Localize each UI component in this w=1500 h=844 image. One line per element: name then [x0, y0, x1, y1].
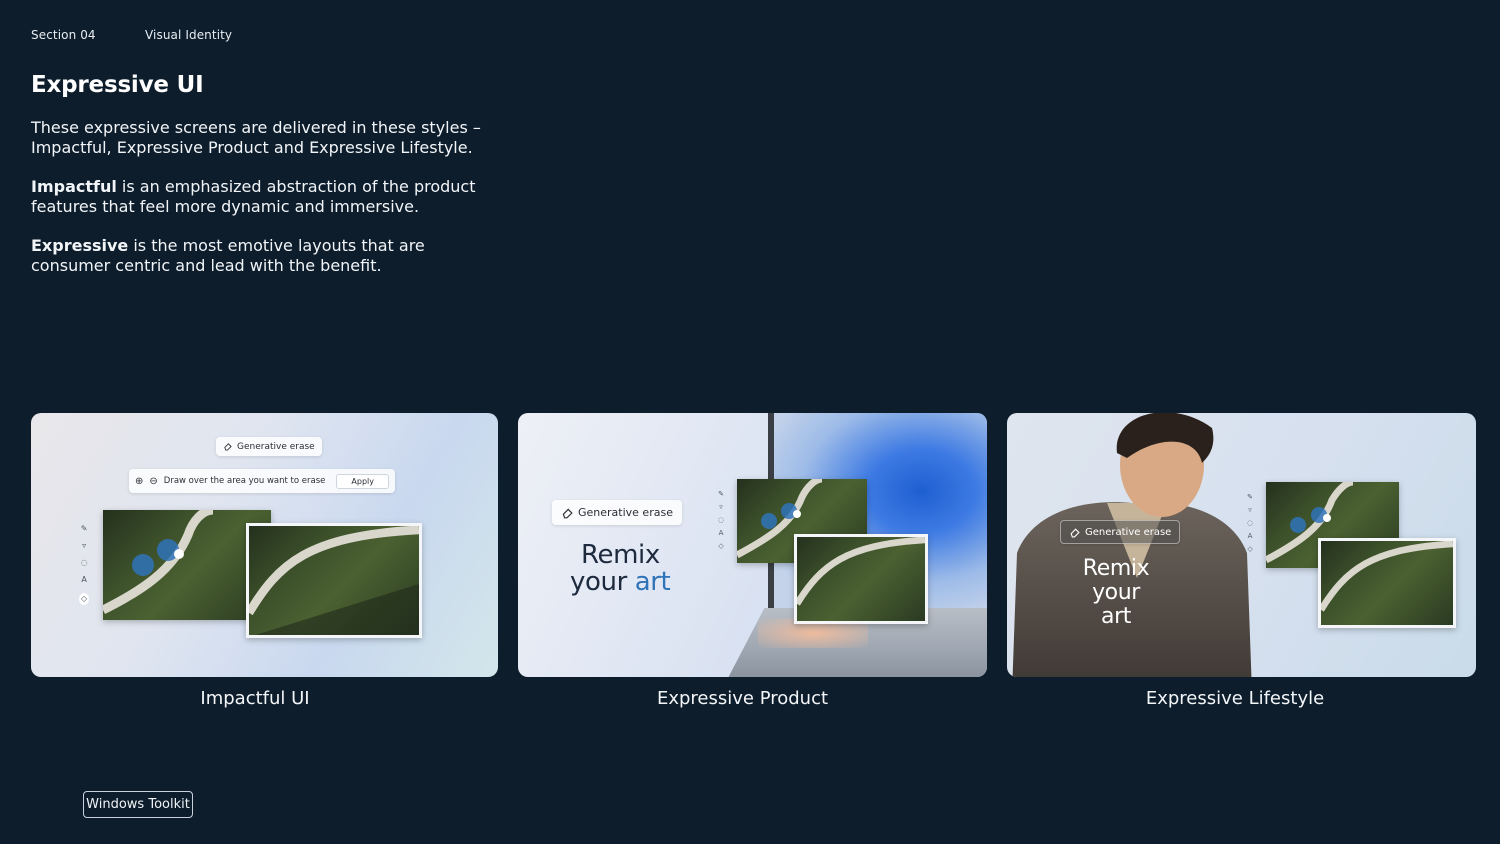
- expressive-term: Expressive: [31, 236, 129, 255]
- expressive-lifestyle-card: Generative erase Remix your art ✎ ▿ ◌ A …: [1007, 413, 1476, 677]
- caption-expressive-product: Expressive Product: [656, 688, 829, 709]
- chip-label: Generative erase: [1085, 526, 1172, 538]
- topic-label: Visual Identity: [145, 28, 233, 42]
- generative-erase-chip: Generative erase: [1060, 520, 1181, 544]
- remix-headline: Remix your art: [570, 540, 671, 597]
- remix-headline: Remix your art: [1076, 557, 1156, 629]
- road-graphic: [797, 537, 925, 606]
- highlighter-icon[interactable]: ▿: [1248, 507, 1252, 514]
- remix-line-1: Remix: [1082, 556, 1150, 581]
- page-title: Expressive UI: [31, 72, 204, 98]
- remix-line-1: Remix: [581, 540, 660, 570]
- lasso-icon[interactable]: ◌: [1247, 520, 1253, 527]
- impactful-term: Impactful: [31, 177, 117, 196]
- lasso-icon[interactable]: ◌: [718, 517, 724, 524]
- pen-icon[interactable]: ✎: [1247, 494, 1253, 501]
- pen-icon[interactable]: ✎: [81, 525, 88, 533]
- eraser-icon: [562, 508, 573, 518]
- text-icon[interactable]: A: [1248, 533, 1253, 540]
- eraser-icon: [224, 443, 232, 451]
- chip-label: Generative erase: [578, 506, 673, 519]
- road-photo-erased: [1318, 538, 1456, 628]
- eraser-tool-icon[interactable]: ◇: [718, 543, 723, 550]
- impactful-paragraph: Impactful is an emphasized abstraction o…: [31, 177, 501, 216]
- road-photo-erased: [794, 534, 928, 624]
- erase-instruction-bar: ⊕ ⊖ Draw over the area you want to erase…: [129, 469, 395, 493]
- road-photo-erased: [246, 523, 422, 638]
- tool-rail: ✎ ▿ ◌ A ◇: [718, 491, 724, 550]
- remix-word-your: your: [570, 567, 635, 597]
- person-photo: [1012, 413, 1252, 677]
- highlighter-icon[interactable]: ▿: [719, 504, 723, 511]
- caption-expressive-lifestyle: Expressive Lifestyle: [1145, 688, 1325, 709]
- erase-instruction: Draw over the area you want to erase: [163, 476, 326, 486]
- eraser-tool-icon[interactable]: ◇: [1247, 546, 1252, 553]
- windows-toolkit-button[interactable]: Windows Toolkit: [83, 791, 193, 818]
- section-label: Section 04: [31, 28, 96, 42]
- remix-line-2: your art: [570, 567, 671, 597]
- expressive-product-card: Generative erase Remix your art ✎ ▿ ◌ A …: [518, 413, 987, 677]
- eraser-icon: [1070, 527, 1080, 537]
- apply-button[interactable]: Apply: [336, 473, 389, 489]
- expressive-paragraph: Expressive is the most emotive layouts t…: [31, 236, 501, 275]
- road-graphic: [249, 526, 419, 635]
- generative-erase-chip: Generative erase: [552, 500, 682, 525]
- zoom-out-icon[interactable]: ⊖: [149, 476, 157, 487]
- generative-erase-chip: Generative erase: [216, 437, 322, 456]
- lasso-icon[interactable]: ◌: [81, 559, 88, 567]
- remix-line-2: your art: [1092, 580, 1140, 629]
- text-icon[interactable]: A: [81, 576, 86, 584]
- impactful-ui-card: Generative erase ⊕ ⊖ Draw over the area …: [31, 413, 498, 677]
- tool-rail: ✎ ▿ ◌ A ◇: [79, 525, 90, 605]
- caption-impactful-ui: Impactful UI: [200, 688, 310, 709]
- tool-rail: ✎ ▿ ◌ A ◇: [1247, 494, 1253, 553]
- pen-icon[interactable]: ✎: [718, 491, 724, 498]
- eraser-tool-icon[interactable]: ◇: [79, 593, 90, 605]
- chip-label: Generative erase: [237, 441, 315, 452]
- road-graphic: [1321, 541, 1453, 612]
- zoom-in-icon[interactable]: ⊕: [135, 476, 143, 487]
- intro-paragraph: These expressive screens are delivered i…: [31, 118, 481, 157]
- remix-word-art: art: [634, 567, 671, 597]
- highlighter-icon[interactable]: ▿: [82, 542, 86, 550]
- text-icon[interactable]: A: [719, 530, 724, 537]
